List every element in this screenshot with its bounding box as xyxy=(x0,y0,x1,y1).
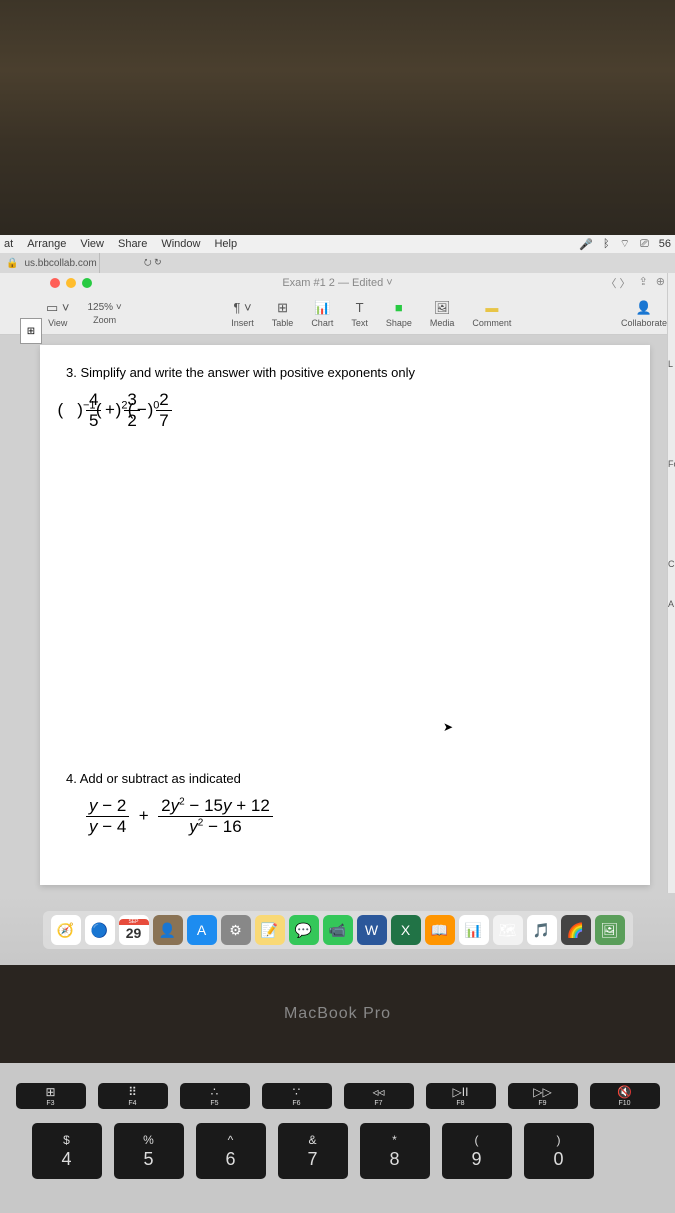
document-canvas: 3. Simplify and write the answer with po… xyxy=(0,335,675,895)
format-inspector[interactable]: L Fo C A xyxy=(667,273,675,893)
chart-button[interactable]: 📊 Chart xyxy=(311,300,333,328)
comment-button[interactable]: ▬ Comment xyxy=(472,300,511,328)
dock-appstore-icon[interactable]: A xyxy=(187,915,217,945)
q3-prompt: 3. Simplify and write the answer with po… xyxy=(66,365,624,380)
q4-prompt: 4. Add or subtract as indicated xyxy=(66,771,624,786)
media-button[interactable]: 🖼 Media xyxy=(430,300,455,328)
close-window-button[interactable] xyxy=(50,278,60,288)
dock-numbers-icon[interactable]: 📊 xyxy=(459,915,489,945)
maximize-window-button[interactable] xyxy=(82,278,92,288)
insert-button[interactable]: ¶ ˅ Insert xyxy=(231,300,254,328)
dock-ibooks-icon[interactable]: 📖 xyxy=(425,915,455,945)
key-f3[interactable]: ⊞F3 xyxy=(16,1083,86,1109)
document-title[interactable]: Exam #1 2 — Edited ˅ xyxy=(282,277,392,289)
dock-safari-icon[interactable]: 🧭 xyxy=(51,915,81,945)
collaborate-button[interactable]: 👤 Collaborate xyxy=(621,300,667,328)
lock-icon: 🔒 xyxy=(6,258,18,269)
tab-label: us.bbcollab.com xyxy=(24,258,96,269)
browser-tab-bbcollab[interactable]: 🔒 us.bbcollab.com xyxy=(0,253,100,273)
menu-item-share[interactable]: Share xyxy=(118,238,147,250)
key-9[interactable]: (9 xyxy=(442,1123,512,1179)
dock-excel-icon[interactable]: X xyxy=(391,915,421,945)
key-f9[interactable]: ▷▷F9 xyxy=(508,1083,578,1109)
key-5[interactable]: %5 xyxy=(114,1123,184,1179)
tips-icon[interactable]: ⊕ xyxy=(656,275,665,291)
bluetooth-icon[interactable]: ᛒ xyxy=(603,238,610,250)
document-page[interactable]: 3. Simplify and write the answer with po… xyxy=(40,345,650,885)
page-thumbnail[interactable]: ⊞ xyxy=(20,318,42,344)
dock-messages-icon[interactable]: 💬 xyxy=(289,915,319,945)
menu-item-view[interactable]: View xyxy=(80,238,104,250)
menu-item-help[interactable]: Help xyxy=(214,238,237,250)
key-f8[interactable]: ▷IIF8 xyxy=(426,1083,496,1109)
key-7[interactable]: &7 xyxy=(278,1123,348,1179)
minimize-window-button[interactable] xyxy=(66,278,76,288)
key-f10[interactable]: 🔇F10 xyxy=(590,1083,660,1109)
keyboard: ⊞F3 ⠿F4 ∴F5 ∵F6 ◃◃F7 ▷IIF8 ▷▷F9 🔇F10 $4 … xyxy=(0,1063,675,1213)
dock: 🧭 🔵 SEP 29 👤 A ⚙ 📝 💬 📹 W X 📖 📊 🗺 🎵 🌈 🖼 xyxy=(43,911,633,949)
view-menu-button[interactable]: ▭ ˅ View xyxy=(46,300,70,328)
share-icon[interactable]: ⇪ xyxy=(639,275,648,291)
titlebar: Exam #1 2 — Edited ˅ 〈 〉 ⇪ ⊕ xyxy=(0,273,675,293)
pages-window: Exam #1 2 — Edited ˅ 〈 〉 ⇪ ⊕ ▭ ˅ View 12… xyxy=(0,273,675,895)
reload-icon[interactable]: ⭮ ↻ xyxy=(104,255,202,271)
menubar: at Arrange View Share Window Help 🎤 ᛒ ⌔ … xyxy=(0,235,675,253)
dock-maps-icon[interactable]: 🗺 xyxy=(493,915,523,945)
key-6[interactable]: ^6 xyxy=(196,1123,266,1179)
shape-button[interactable]: ■ Shape xyxy=(386,300,412,328)
key-f5[interactable]: ∴F5 xyxy=(180,1083,250,1109)
dock-photos-icon[interactable]: 🌈 xyxy=(561,915,591,945)
key-4[interactable]: $4 xyxy=(32,1123,102,1179)
q4-expression: y − 2y − 4 + 2y2 − 15y + 12y2 − 16 xyxy=(86,796,624,837)
zoom-dropdown[interactable]: 125% ˅ Zoom xyxy=(88,302,122,325)
key-0[interactable]: )0 xyxy=(524,1123,594,1179)
dock-area: 🧭 🔵 SEP 29 👤 A ⚙ 📝 💬 📹 W X 📖 📊 🗺 🎵 🌈 🖼 xyxy=(0,895,675,965)
dock-itunes-icon[interactable]: 🎵 xyxy=(527,915,557,945)
key-f4[interactable]: ⠿F4 xyxy=(98,1083,168,1109)
key-8[interactable]: *8 xyxy=(360,1123,430,1179)
menu-item-arrange[interactable]: Arrange xyxy=(27,238,66,250)
dock-word-icon[interactable]: W xyxy=(357,915,387,945)
dock-settings-icon[interactable]: ⚙ xyxy=(221,915,251,945)
dock-chrome-icon[interactable]: 🔵 xyxy=(85,915,115,945)
dock-facetime-icon[interactable]: 📹 xyxy=(323,915,353,945)
q3-expression: 45( )−1 + 32( )2 − 27( )0 xyxy=(86,390,624,431)
dock-contacts-icon[interactable]: 👤 xyxy=(153,915,183,945)
toolbar: ▭ ˅ View 125% ˅ Zoom ¶ ˅ Insert ⊞ Table … xyxy=(0,293,675,335)
screen-mirror-icon[interactable]: ⎚ xyxy=(640,238,649,251)
function-key-row: ⊞F3 ⠿F4 ∴F5 ∵F6 ◃◃F7 ▷IIF8 ▷▷F9 🔇F10 xyxy=(10,1083,665,1109)
menu-item-window[interactable]: Window xyxy=(161,238,200,250)
ambient-background xyxy=(0,0,675,235)
question-4: 4. Add or subtract as indicated y − 2y −… xyxy=(66,771,624,837)
question-3: 3. Simplify and write the answer with po… xyxy=(66,365,624,431)
mouse-cursor: ➤ xyxy=(443,720,453,734)
navigate-icon[interactable]: 〈 〉 xyxy=(606,275,631,291)
browser-tabbar: 🔒 us.bbcollab.com ⭮ ↻ xyxy=(0,253,675,273)
menu-item-app[interactable]: at xyxy=(4,238,13,250)
dock-preview-icon[interactable]: 🖼 xyxy=(595,915,625,945)
key-f7[interactable]: ◃◃F7 xyxy=(344,1083,414,1109)
macbook-pro-label: MacBook Pro xyxy=(0,965,675,1063)
dock-notes-icon[interactable]: 📝 xyxy=(255,915,285,945)
wifi-icon[interactable]: ⌔ xyxy=(620,237,630,251)
number-key-row: $4 %5 ^6 &7 *8 (9 )0 xyxy=(0,1123,665,1179)
text-button[interactable]: T Text xyxy=(351,300,368,328)
table-button[interactable]: ⊞ Table xyxy=(272,300,294,328)
battery-pct: 56 xyxy=(659,238,671,250)
key-f6[interactable]: ∵F6 xyxy=(262,1083,332,1109)
mic-icon[interactable]: 🎤 xyxy=(579,238,593,251)
dock-calendar-icon[interactable]: SEP 29 xyxy=(119,915,149,945)
